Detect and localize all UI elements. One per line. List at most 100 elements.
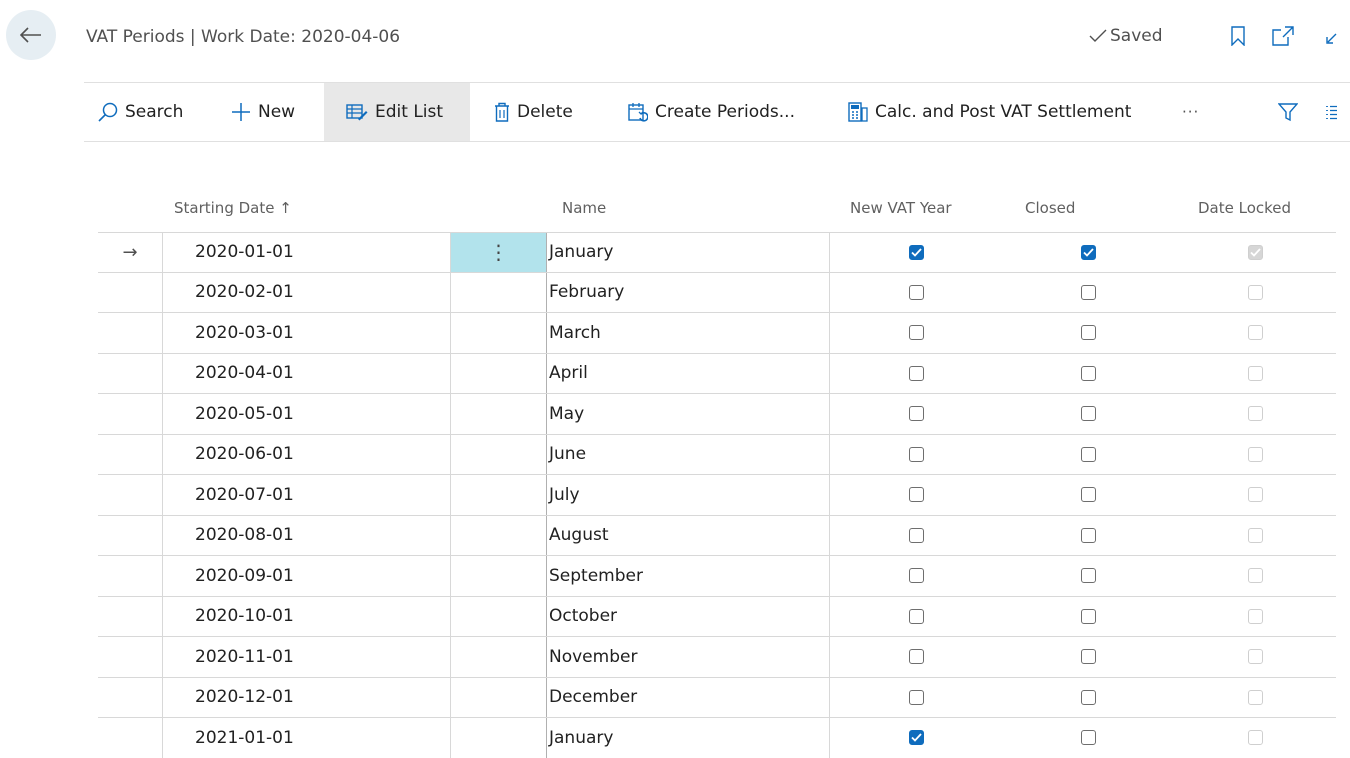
column-header-closed[interactable]: Closed <box>1025 199 1075 217</box>
create-periods-button[interactable]: Create Periods... <box>628 83 795 141</box>
starting-date-cell[interactable]: 2020-01-01 <box>162 233 450 272</box>
list-view-button[interactable] <box>1324 83 1338 141</box>
starting-date-cell[interactable]: 2020-08-01 <box>162 515 450 555</box>
row-actions-cell[interactable] <box>450 637 546 677</box>
new-vat-year-checkbox[interactable] <box>908 325 924 341</box>
closed-checkbox[interactable] <box>1081 649 1096 665</box>
new-vat-year-checkbox[interactable] <box>908 365 924 381</box>
name-cell[interactable]: September <box>546 556 829 596</box>
row-actions-cell[interactable] <box>450 556 546 596</box>
row-actions-cell[interactable] <box>450 313 546 353</box>
closed-checkbox[interactable] <box>1081 568 1096 584</box>
starting-date-value: 2020-12-01 <box>195 687 294 708</box>
new-vat-year-cell <box>829 637 1002 677</box>
name-cell[interactable]: June <box>546 434 829 474</box>
row-actions-cell[interactable]: ⋮ <box>450 233 546 272</box>
row-actions-cell[interactable] <box>450 353 546 393</box>
back-button[interactable] <box>6 10 56 60</box>
name-cell[interactable]: February <box>546 272 829 312</box>
search-button[interactable]: Search <box>98 83 183 141</box>
collapse-icon[interactable] <box>1325 33 1337 45</box>
more-actions-button[interactable]: ··· <box>1182 83 1199 141</box>
starting-date-cell[interactable]: 2020-07-01 <box>162 475 450 515</box>
calc-post-vat-settlement-button[interactable]: Calc. and Post VAT Settlement <box>848 83 1131 141</box>
bookmark-icon[interactable] <box>1231 26 1245 46</box>
table-row[interactable]: 2020-08-01 August <box>98 515 1336 556</box>
name-cell[interactable]: May <box>546 394 829 434</box>
table-row[interactable]: 2020-07-01 July <box>98 475 1336 516</box>
table-row[interactable]: 2020-12-01 December <box>98 677 1336 718</box>
row-actions-cell[interactable] <box>450 272 546 312</box>
closed-checkbox[interactable] <box>1081 325 1096 341</box>
new-vat-year-checkbox[interactable] <box>908 689 924 705</box>
new-vat-year-checkbox[interactable] <box>908 608 924 624</box>
new-vat-year-checkbox[interactable] <box>908 284 924 300</box>
starting-date-cell[interactable]: 2020-11-01 <box>162 637 450 677</box>
column-header-date-locked[interactable]: Date Locked <box>1198 199 1291 217</box>
starting-date-cell[interactable]: 2020-03-01 <box>162 313 450 353</box>
name-cell[interactable]: December <box>546 677 829 717</box>
closed-checkbox[interactable] <box>1081 446 1096 462</box>
table-row[interactable]: 2020-02-01 February <box>98 272 1336 313</box>
new-vat-year-checkbox[interactable] <box>908 446 924 462</box>
closed-checkbox[interactable] <box>1081 730 1096 746</box>
table-row[interactable]: 2020-09-01 September <box>98 556 1336 597</box>
row-actions-cell[interactable] <box>450 434 546 474</box>
starting-date-cell[interactable]: 2020-10-01 <box>162 596 450 636</box>
new-vat-year-checkbox[interactable] <box>908 649 924 665</box>
name-cell[interactable]: April <box>546 353 829 393</box>
table-row[interactable]: 2020-03-01 March <box>98 313 1336 354</box>
starting-date-cell[interactable]: 2020-12-01 <box>162 677 450 717</box>
row-actions-cell[interactable] <box>450 475 546 515</box>
closed-checkbox[interactable] <box>1081 284 1096 300</box>
column-header-name[interactable]: Name <box>562 199 606 217</box>
row-actions-cell[interactable] <box>450 596 546 636</box>
closed-checkbox[interactable] <box>1081 527 1096 543</box>
table-row[interactable]: 2020-04-01 April <box>98 353 1336 394</box>
starting-date-cell[interactable]: 2020-04-01 <box>162 353 450 393</box>
row-actions-cell[interactable] <box>450 394 546 434</box>
column-header-starting-date[interactable]: Starting Date ↑ <box>174 199 292 217</box>
closed-checkbox[interactable] <box>1081 608 1096 624</box>
starting-date-cell[interactable]: 2020-09-01 <box>162 556 450 596</box>
edit-list-button[interactable]: Edit List <box>324 83 470 141</box>
starting-date-cell[interactable]: 2020-06-01 <box>162 434 450 474</box>
closed-checkbox[interactable] <box>1081 244 1096 260</box>
name-cell[interactable]: January <box>546 718 829 758</box>
name-cell[interactable]: July <box>546 475 829 515</box>
row-actions-cell[interactable] <box>450 677 546 717</box>
date-locked-cell <box>1175 273 1336 313</box>
open-in-new-window-icon[interactable] <box>1272 26 1294 46</box>
table-row[interactable]: 2021-01-01 January <box>98 718 1336 758</box>
row-actions-cell[interactable] <box>450 718 546 758</box>
new-vat-year-checkbox[interactable] <box>908 406 924 422</box>
starting-date-cell[interactable]: 2021-01-01 <box>162 718 450 758</box>
starting-date-cell[interactable]: 2020-05-01 <box>162 394 450 434</box>
new-vat-year-checkbox[interactable] <box>908 730 924 746</box>
name-cell[interactable]: January <box>546 233 829 272</box>
name-cell[interactable]: August <box>546 515 829 555</box>
starting-date-cell[interactable]: 2020-02-01 <box>162 272 450 312</box>
column-header-new-vat-year[interactable]: New VAT Year <box>850 199 952 217</box>
new-button[interactable]: New <box>231 83 295 141</box>
closed-checkbox[interactable] <box>1081 406 1096 422</box>
name-cell[interactable]: October <box>546 596 829 636</box>
new-vat-year-checkbox[interactable] <box>908 487 924 503</box>
new-vat-year-checkbox[interactable] <box>908 244 924 260</box>
table-row[interactable]: 2020-06-01 June <box>98 434 1336 475</box>
row-actions-cell[interactable] <box>450 515 546 555</box>
new-vat-year-cell <box>829 434 1002 474</box>
table-row[interactable]: → 2020-01-01 ⋮ January <box>98 232 1336 273</box>
closed-checkbox[interactable] <box>1081 365 1096 381</box>
table-row[interactable]: 2020-05-01 May <box>98 394 1336 435</box>
name-cell[interactable]: November <box>546 637 829 677</box>
new-vat-year-checkbox[interactable] <box>908 568 924 584</box>
closed-checkbox[interactable] <box>1081 689 1096 705</box>
table-row[interactable]: 2020-10-01 October <box>98 596 1336 637</box>
name-cell[interactable]: March <box>546 313 829 353</box>
closed-checkbox[interactable] <box>1081 487 1096 503</box>
filter-button[interactable] <box>1278 83 1298 141</box>
delete-button[interactable]: Delete <box>494 83 573 141</box>
new-vat-year-checkbox[interactable] <box>908 527 924 543</box>
table-row[interactable]: 2020-11-01 November <box>98 637 1336 678</box>
